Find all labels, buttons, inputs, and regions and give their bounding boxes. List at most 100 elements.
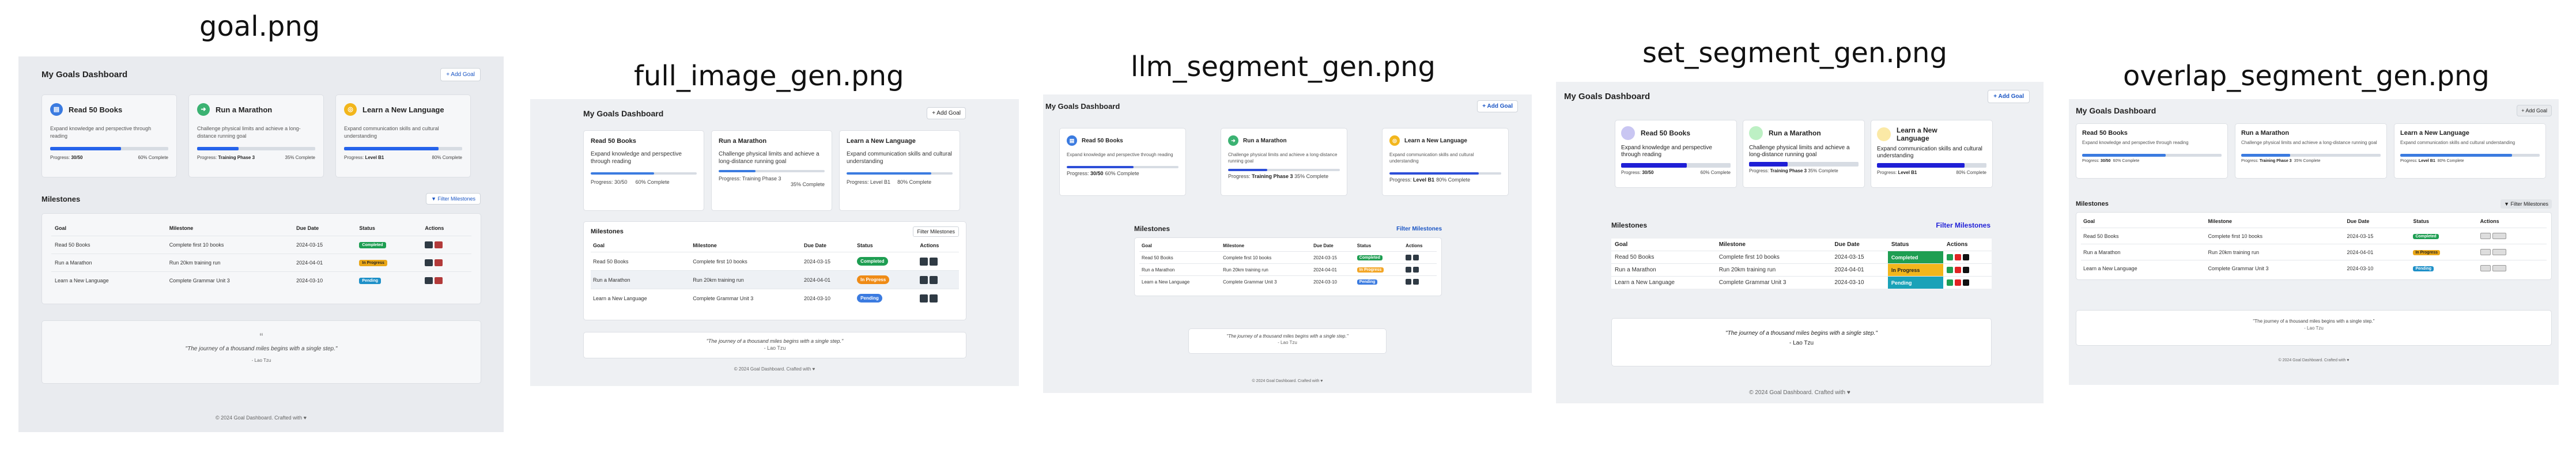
goal-card[interactable]: ➜ Run a Marathon Challenge physical limit… <box>188 94 324 177</box>
edit-button[interactable] <box>920 275 928 284</box>
milestones-table: Goal Milestone Due Date Status Actions Read … <box>1139 240 1437 288</box>
edit-button[interactable] <box>2480 249 2491 256</box>
delete-button[interactable] <box>1413 255 1419 260</box>
goal-card[interactable]: ▤ Read 50 Books Expand knowledge and pers… <box>1059 128 1186 196</box>
delete-button[interactable] <box>1413 279 1419 285</box>
edit-button[interactable] <box>425 241 433 248</box>
goal-card[interactable]: ▤ Read 50 Books Expand knowledge and pers… <box>41 94 177 177</box>
card-description: Expand knowledge and perspective through… <box>591 151 682 165</box>
filter-milestones-button[interactable]: ▼ Filter Milestones <box>2501 199 2552 209</box>
column-title-overlap-segment-gen: overlap_segment_gen.png <box>2123 60 2490 92</box>
progress-value: Training Phase 3 <box>742 176 781 181</box>
filter-milestones-button[interactable]: Filter Milestones <box>913 226 959 237</box>
more-button[interactable] <box>1962 254 1969 260</box>
edit-button[interactable] <box>1946 279 1953 286</box>
delete-button[interactable] <box>435 259 443 266</box>
delete-button[interactable] <box>930 294 938 302</box>
more-button[interactable] <box>1962 279 1969 286</box>
goal-card[interactable]: ◎ Learn a New Language Expand communicati… <box>1382 128 1509 196</box>
delete-button[interactable] <box>2492 233 2506 240</box>
goal-card[interactable]: Read 50 Books Expand knowledge and persp… <box>2076 123 2228 179</box>
card-title: Read 50 Books <box>2082 130 2128 137</box>
quote-author: - Lao Tzu <box>1789 340 1814 346</box>
footer: © 2024 Goal Dashboard. Crafted with ♥ <box>215 415 307 421</box>
delete-button[interactable] <box>435 277 443 284</box>
more-button[interactable] <box>1962 267 1969 274</box>
goal-card[interactable]: Read 50 Books Expand knowledge and persp… <box>583 130 704 211</box>
goal-card[interactable]: Run a Marathon Challenge physical limits… <box>711 130 832 211</box>
goal-card[interactable]: ◎ Learn a New Language Expand communicati… <box>335 94 471 177</box>
goal-card[interactable]: ➜ Run a Marathon Challenge physical limit… <box>1221 128 1347 196</box>
quote-text: "The journey of a thousand miles begins … <box>185 346 338 352</box>
goal-card[interactable]: Read 50 Books Expand knowledge and persp… <box>1615 120 1737 188</box>
add-goal-button[interactable]: + Add Goal <box>1988 90 2030 103</box>
runner-icon: ➜ <box>1228 135 1238 146</box>
add-goal-button[interactable]: + Add Goal <box>2517 105 2552 116</box>
goal-card[interactable]: Learn a New Language Expand communicatio… <box>839 130 960 211</box>
card-description: Expand communication skills and cultural… <box>344 126 439 139</box>
milestones-panel: Goal Milestone Due Date Status Actions Read … <box>41 213 481 304</box>
edit-button[interactable] <box>425 259 433 266</box>
progress-bar <box>2082 154 2222 157</box>
add-goal-button[interactable]: + Add Goal <box>927 107 966 119</box>
add-goal-button[interactable]: + Add Goal <box>440 68 481 81</box>
delete-button[interactable] <box>1954 254 1961 260</box>
screenshot-set-segment-gen: My Goals Dashboard + Add Goal Read 50 Bo… <box>1556 82 2044 403</box>
edit-button[interactable] <box>920 257 928 266</box>
edit-button[interactable] <box>2480 265 2491 272</box>
quote-author: - Lao Tzu <box>251 358 271 363</box>
progress-bar <box>1749 162 1859 167</box>
edit-button[interactable] <box>2480 233 2491 240</box>
edit-button[interactable] <box>425 277 433 284</box>
progress-value: Level B1 <box>1898 170 1917 175</box>
progress-value: Level B1 <box>2418 159 2435 163</box>
delete-button[interactable] <box>2492 249 2506 256</box>
delete-button[interactable] <box>1413 267 1419 273</box>
delete-button[interactable] <box>930 257 938 266</box>
add-goal-button[interactable]: + Add Goal <box>1477 100 1518 112</box>
goal-card[interactable]: Run a Marathon Challenge physical limits… <box>1743 120 1865 188</box>
edit-button[interactable] <box>1946 254 1953 260</box>
filter-milestones-button[interactable]: ▼ Filter Milestones <box>426 193 481 205</box>
percent-complete: 35% Complete <box>285 155 315 160</box>
quote-text: "The journey of a thousand miles begins … <box>1226 334 1349 339</box>
percent-complete: 60% Complete <box>1700 170 1731 175</box>
edit-button[interactable] <box>1406 267 1412 273</box>
progress-bar <box>719 170 825 172</box>
filter-milestones-button[interactable]: Filter Milestones <box>1396 226 1442 232</box>
delete-button[interactable] <box>435 241 443 248</box>
filter-milestones-button[interactable]: Filter Milestones <box>1936 221 1990 229</box>
edit-button[interactable] <box>1406 255 1412 260</box>
card-title: Learn a New Language <box>1404 137 1467 144</box>
page-title: My Goals Dashboard <box>1564 92 1650 101</box>
edit-button[interactable] <box>920 294 928 302</box>
progress-bar <box>591 172 697 175</box>
percent-complete: 35% Complete <box>1808 168 1838 173</box>
milestones-table: Goal Milestone Due Date Status Actions Read … <box>1611 239 1992 289</box>
quote-author: - Lao Tzu <box>1278 340 1297 345</box>
progress-bar <box>1067 166 1179 168</box>
delete-button[interactable] <box>2492 265 2506 272</box>
goal-card[interactable]: Run a Marathon Challenge physical limits… <box>2235 123 2387 179</box>
milestones-title: Milestones <box>591 228 624 235</box>
progress-value: Level B1 <box>870 179 891 185</box>
runner-icon: ➜ <box>197 103 210 116</box>
progress-bar <box>344 147 462 150</box>
progress-value: 30/50 <box>1642 170 1654 175</box>
card-title: Read 50 Books <box>1082 137 1123 144</box>
milestones-panel: Goal Milestone Due Date Status Actions Read … <box>1611 236 1992 295</box>
goal-card[interactable]: Learn a New Language Expand communicatio… <box>1871 120 1993 188</box>
milestones-table: Goal Milestone Due Date Status Actions Read … <box>51 221 471 289</box>
delete-button[interactable] <box>1954 279 1961 286</box>
delete-button[interactable] <box>1954 267 1961 274</box>
goal-card[interactable]: Learn a New Language Expand communicatio… <box>2394 123 2546 179</box>
delete-button[interactable] <box>930 275 938 284</box>
card-title: Learn a New Language <box>2400 130 2469 137</box>
progress-value: Training Phase 3 <box>1770 168 1807 173</box>
edit-button[interactable] <box>1946 267 1953 274</box>
globe-icon: ◎ <box>1389 135 1400 146</box>
progress-value: 30/50 <box>71 155 83 160</box>
edit-button[interactable] <box>1406 279 1412 285</box>
milestones-title: Milestones <box>41 194 81 203</box>
card-title: Read 50 Books <box>1641 129 1691 137</box>
